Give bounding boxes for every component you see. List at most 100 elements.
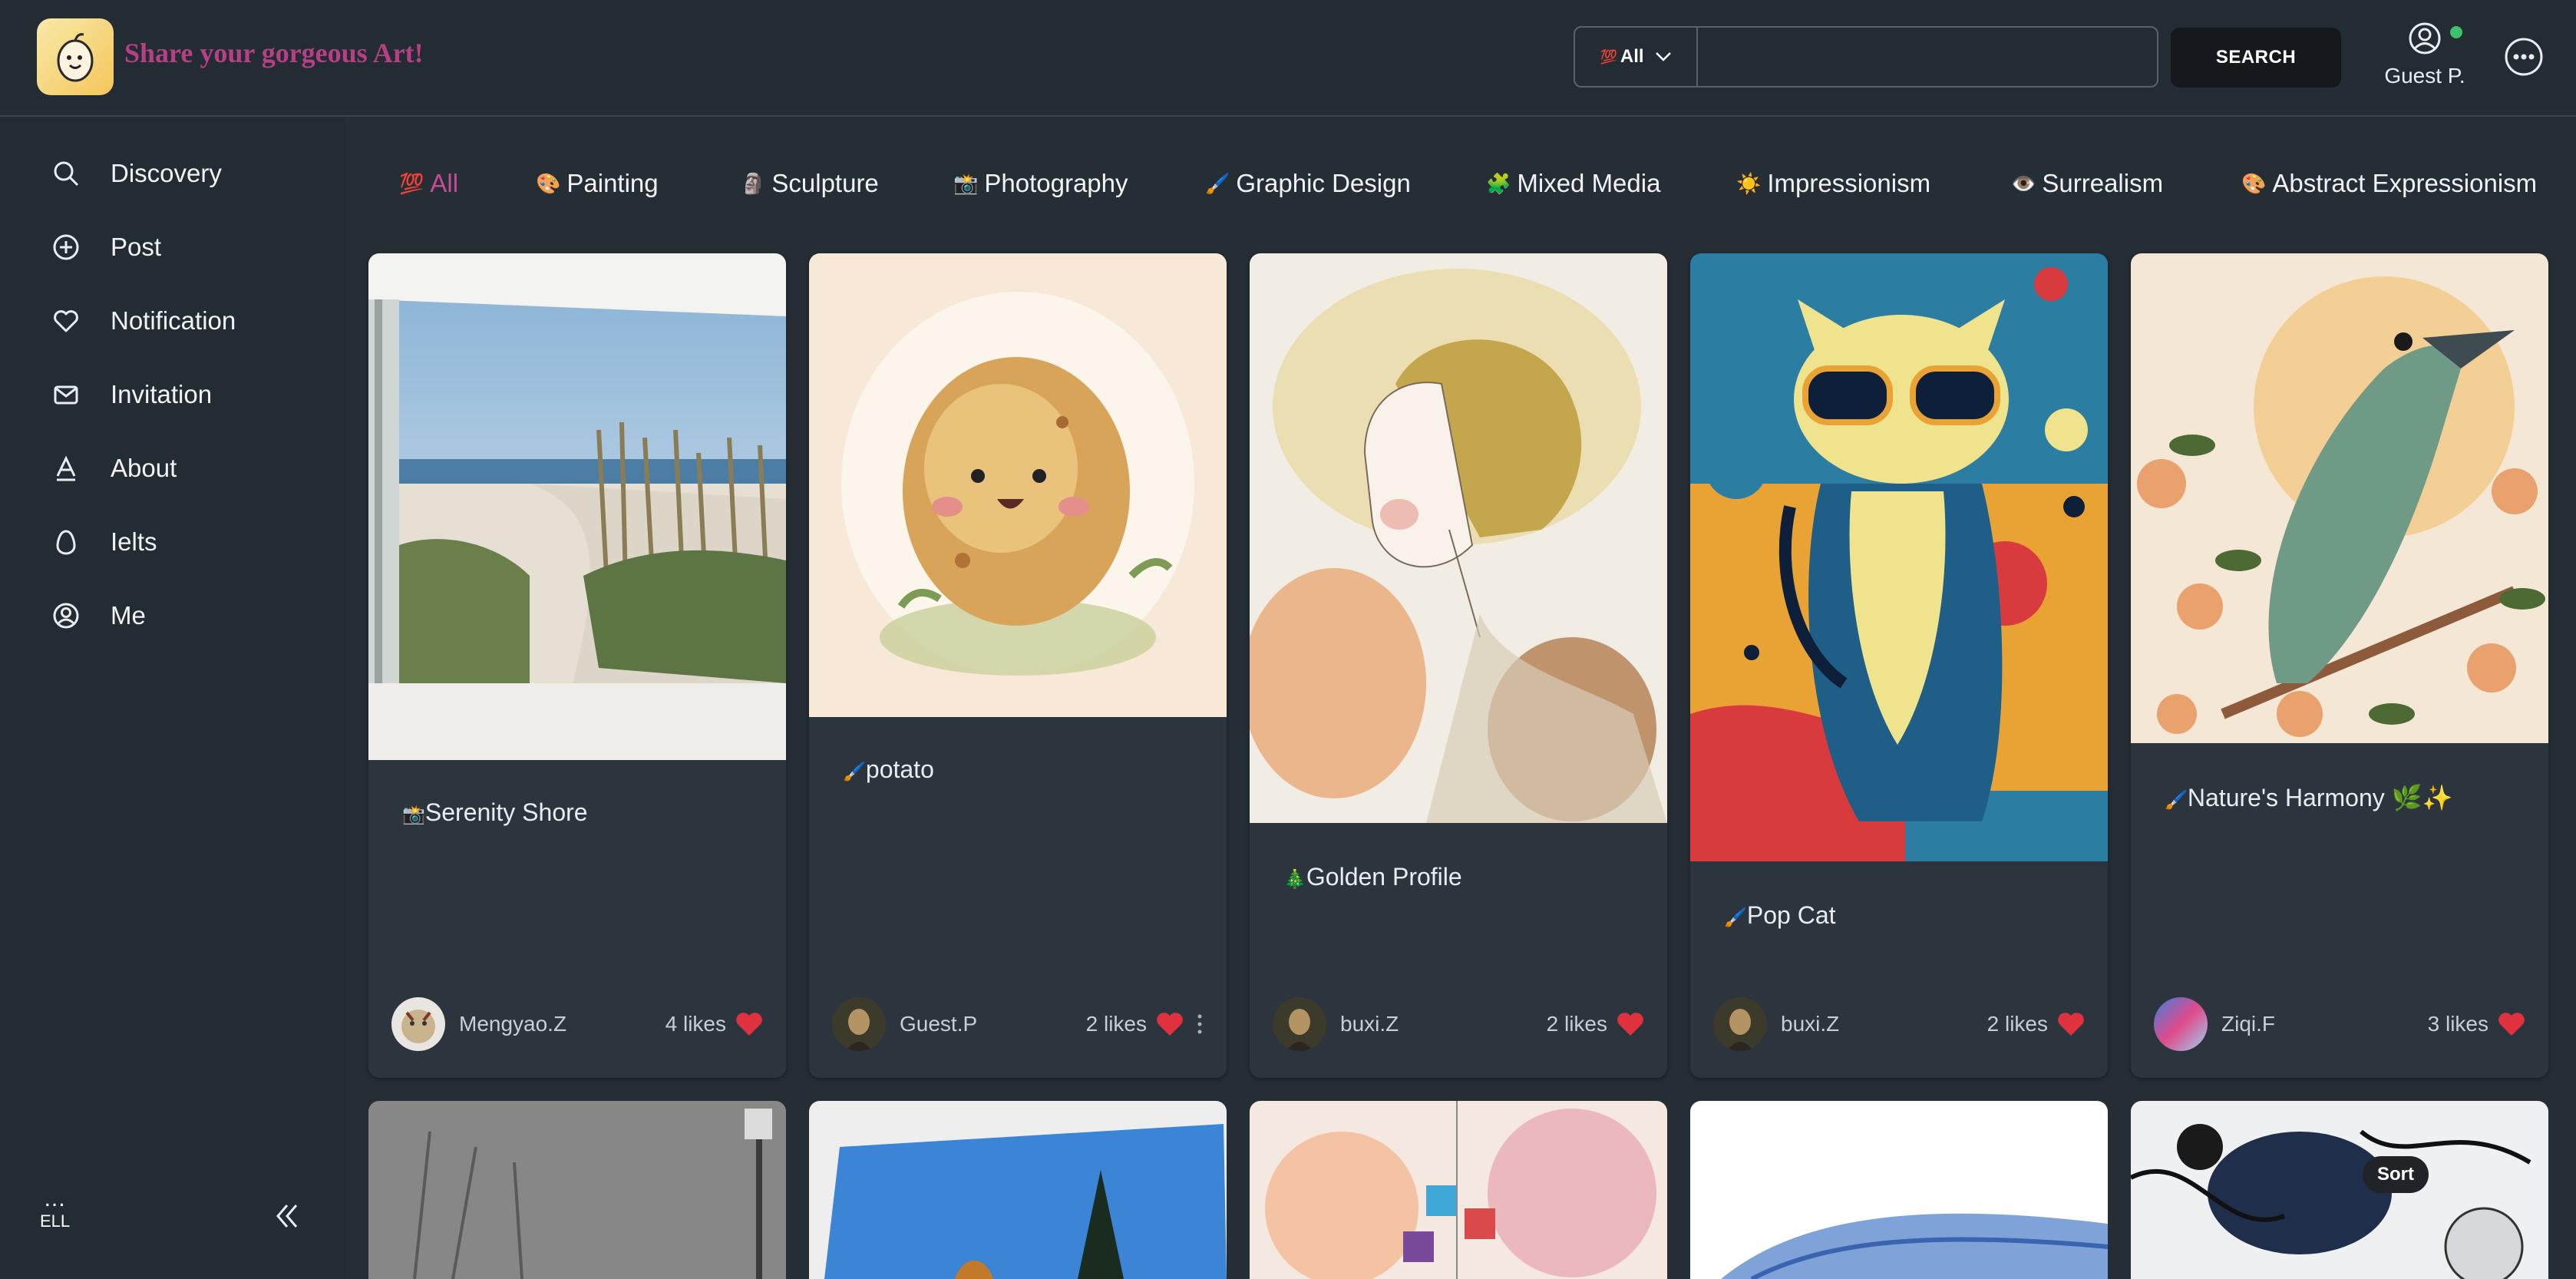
plus-circle-icon (51, 232, 81, 263)
search-scope-select[interactable]: 💯 All (1575, 28, 1698, 86)
post-card[interactable]: 🖌️Pop Cat buxi.Z 2 likes (1690, 253, 2108, 1078)
post-card[interactable]: 🖌️potato Guest.P 2 likes (809, 253, 1227, 1078)
heart-filled-icon[interactable] (1617, 1011, 1644, 1037)
likes-label: 2 likes (1986, 1012, 2048, 1036)
hundred-icon: 💯 (1600, 48, 1617, 64)
post-image[interactable] (368, 1101, 786, 1279)
post-card[interactable] (809, 1101, 1227, 1279)
heart-filled-icon[interactable] (1156, 1011, 1184, 1037)
more-options-icon[interactable] (2504, 37, 2544, 77)
post-card[interactable] (1690, 1101, 2108, 1279)
sidebar-item-about[interactable]: About (51, 445, 177, 491)
author-name[interactable]: Guest.P (900, 1012, 977, 1036)
post-image[interactable] (2131, 1101, 2548, 1279)
sidebar-item-label: Notification (111, 306, 236, 335)
post-image[interactable] (809, 1101, 1227, 1279)
camera-icon: 📸 (402, 805, 425, 825)
user-circle-icon (2409, 22, 2441, 55)
sidebar-item-me[interactable]: Me (51, 593, 146, 639)
collapse-sidebar-icon[interactable] (270, 1199, 304, 1233)
potato-logo-icon (57, 33, 94, 82)
user-profile[interactable]: Guest P. (2379, 21, 2470, 88)
post-title: Pop Cat (1746, 901, 1836, 929)
avatar[interactable] (1713, 997, 1767, 1051)
paintbrush-icon: 🖌️ (1724, 907, 1747, 928)
post-title: potato (865, 755, 934, 783)
post-card[interactable] (368, 1101, 786, 1279)
like-count: 2 likes (1547, 1011, 1644, 1037)
post-image[interactable] (1250, 253, 1667, 823)
post-card[interactable] (2131, 1101, 2548, 1279)
author-name[interactable]: Ziqi.F (2221, 1012, 2275, 1036)
palette-icon: 🎨 (2241, 171, 2267, 195)
heart-filled-icon[interactable] (735, 1011, 763, 1037)
tab-label: Abstract Expressionism (2272, 169, 2538, 197)
post-footer: buxi.Z 2 likes (1273, 996, 1644, 1052)
like-count: 2 likes (1987, 1011, 2085, 1037)
post-footer: Guest.P 2 likes (832, 996, 1204, 1052)
tab-graphic-design[interactable]: 🖌️ Graphic Design (1205, 164, 1411, 203)
tab-impressionism[interactable]: ☀️ Impressionism (1736, 164, 1930, 203)
tab-surrealism[interactable]: 👁️ Surrealism (2011, 164, 2163, 203)
post-image[interactable] (1690, 253, 2108, 861)
tab-all[interactable]: 💯 All (399, 164, 458, 203)
like-count: 3 likes (2428, 1011, 2525, 1037)
user-circle-icon (51, 600, 81, 631)
post-image[interactable] (809, 253, 1227, 717)
likes-label: 3 likes (2427, 1012, 2488, 1036)
sidebar-item-ielts[interactable]: Ielts (51, 519, 157, 565)
tab-painting[interactable]: 🎨 Painting (536, 164, 659, 203)
language-label: ELL (40, 1211, 71, 1231)
author-name[interactable]: buxi.Z (1781, 1012, 1839, 1036)
sidebar-item-discovery[interactable]: Discovery (51, 150, 222, 197)
tab-label: Painting (566, 169, 659, 197)
search-icon (51, 158, 81, 189)
heart-filled-icon[interactable] (2057, 1011, 2085, 1037)
tab-mixed-media[interactable]: 🧩 Mixed Media (1486, 164, 1660, 203)
tab-photography[interactable]: 📸 Photography (953, 164, 1128, 203)
post-title: Golden Profile (1306, 863, 1462, 891)
sidebar-item-label: Ielts (111, 527, 157, 556)
likes-label: 4 likes (665, 1012, 726, 1036)
tab-label: Mixed Media (1517, 169, 1661, 197)
app-logo[interactable] (37, 18, 114, 95)
search-bar: 💯 All (1574, 26, 2158, 88)
app-header: Share your gorgeous Art! 💯 All SEARCH Gu… (0, 0, 2576, 117)
likes-label: 2 likes (1546, 1012, 1607, 1036)
sort-button[interactable]: Sort (2363, 1156, 2429, 1193)
post-menu-icon[interactable] (1196, 1013, 1204, 1035)
post-image[interactable] (1250, 1101, 1667, 1279)
avatar[interactable] (2154, 997, 2208, 1051)
sidebar-item-notification[interactable]: Notification (51, 298, 236, 344)
author-name[interactable]: buxi.Z (1340, 1012, 1399, 1036)
search-input[interactable] (1698, 28, 2157, 86)
tab-sculpture[interactable]: 🗿 Sculpture (741, 164, 879, 203)
post-card[interactable] (1250, 1101, 1667, 1279)
tree-icon: 🎄 (1283, 869, 1306, 890)
sun-icon: ☀️ (1736, 171, 1762, 195)
language-switcher[interactable]: ... ELL (40, 1188, 71, 1231)
sidebar-item-post[interactable]: Post (51, 224, 161, 270)
heart-filled-icon[interactable] (2498, 1011, 2525, 1037)
post-image[interactable] (2131, 253, 2548, 743)
post-card[interactable]: 🎄Golden Profile buxi.Z 2 likes (1250, 253, 1667, 1078)
sidebar-item-label: About (111, 454, 177, 482)
category-tabs: 💯 All 🎨 Painting 🗿 Sculpture 📸 Photograp… (345, 118, 2576, 241)
avatar[interactable] (1273, 997, 1326, 1051)
author-name[interactable]: Mengyao.Z (459, 1012, 566, 1036)
post-card[interactable]: 🖌️Nature's Harmony 🌿✨ Ziqi.F 3 likes (2131, 253, 2548, 1078)
post-image[interactable] (1690, 1101, 2108, 1279)
post-title: Nature's Harmony 🌿✨ (2187, 784, 2453, 811)
avatar[interactable] (832, 997, 886, 1051)
avatar[interactable] (391, 997, 445, 1051)
tab-label: Photography (984, 169, 1128, 197)
tab-abstract-expressionism[interactable]: 🎨 Abstract Expressionism (2241, 164, 2537, 203)
post-footer: buxi.Z 2 likes (1713, 996, 2085, 1052)
brand-title: Share your gorgeous Art! (124, 38, 424, 68)
sidebar-item-label: Invitation (111, 380, 213, 408)
camera-icon: 📸 (953, 171, 979, 195)
search-button[interactable]: SEARCH (2171, 28, 2341, 88)
post-image[interactable] (368, 253, 786, 760)
post-card[interactable]: 📸Serenity Shore Mengyao.Z 4 likes (368, 253, 786, 1078)
sidebar-item-invitation[interactable]: Invitation (51, 372, 212, 418)
